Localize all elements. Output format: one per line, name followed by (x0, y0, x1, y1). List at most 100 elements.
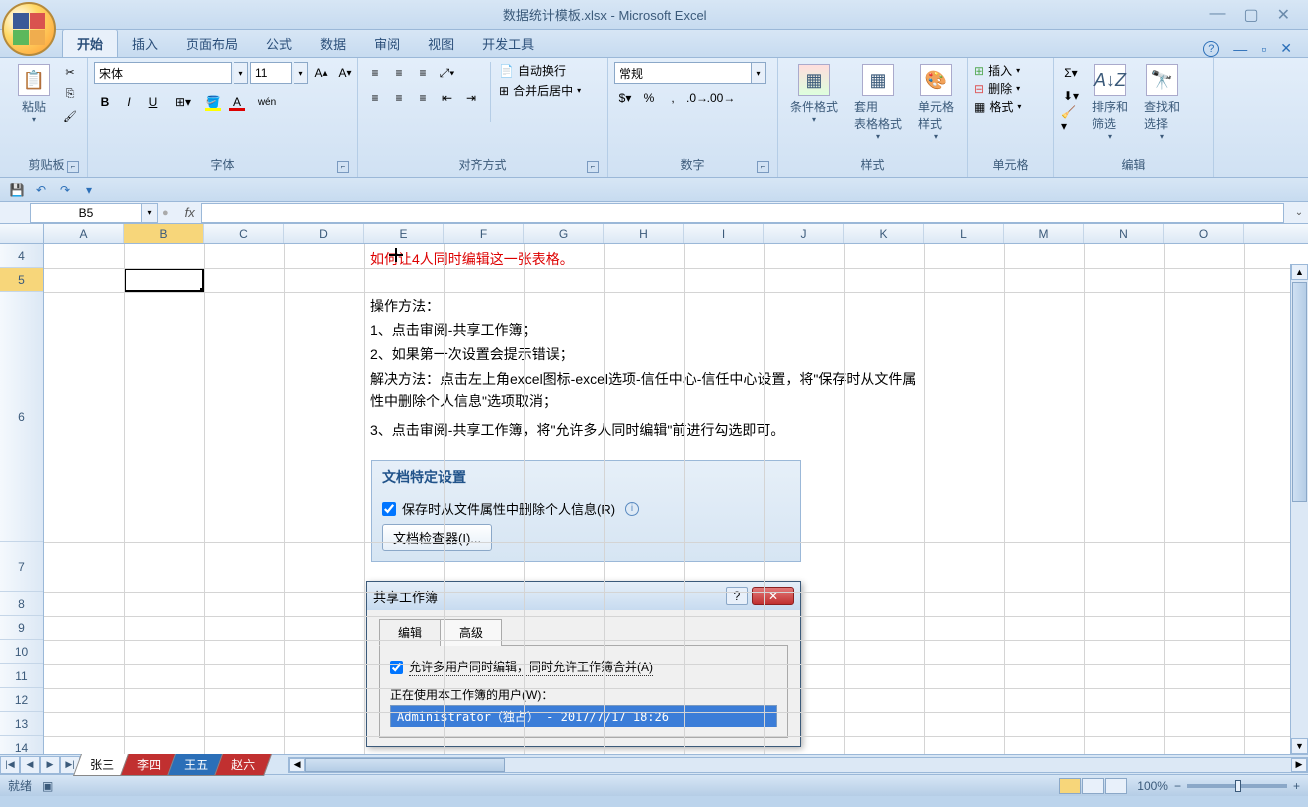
tab-formulas[interactable]: 公式 (252, 30, 306, 57)
align-bottom-button[interactable]: ≡ (412, 62, 434, 84)
tab-view[interactable]: 视图 (414, 30, 468, 57)
wrap-text-button[interactable]: 📄自动换行 (499, 62, 581, 79)
pagebreak-view-button[interactable] (1105, 778, 1127, 794)
cell-styles-button[interactable]: 🎨单元格 样式▾ (912, 62, 960, 143)
macro-record-icon[interactable]: ▣ (42, 779, 53, 793)
ribbon-minimize-icon[interactable]: — (1233, 41, 1247, 57)
sheet-nav-first[interactable]: |◀ (0, 756, 20, 774)
ribbon-close-icon[interactable]: ✕ (1280, 40, 1292, 57)
font-size-dd[interactable]: ▾ (294, 62, 308, 84)
row-header-9[interactable]: 9 (0, 616, 43, 640)
align-top-button[interactable]: ≡ (364, 62, 386, 84)
hscroll-right-button[interactable]: ▶ (1291, 758, 1307, 772)
qat-undo-button[interactable]: ↶ (32, 181, 50, 199)
col-header-I[interactable]: I (684, 224, 764, 243)
copy-button[interactable]: ⎘ (60, 84, 80, 104)
dialog-tab-edit[interactable]: 编辑 (379, 619, 441, 646)
find-select-button[interactable]: 🔭查找和 选择▾ (1138, 62, 1186, 143)
zoom-in-button[interactable]: + (1293, 779, 1300, 793)
info-icon[interactable]: i (625, 502, 639, 516)
vscroll-thumb[interactable] (1292, 282, 1307, 502)
merge-center-button[interactable]: ⊞合并后居中▾ (499, 82, 581, 99)
fx-icon[interactable]: fx (185, 205, 195, 220)
clear-button[interactable]: 🧹▾ (1060, 108, 1082, 130)
user-list[interactable]: Administrator（独占） - 2017/7/17 18:26 (390, 705, 777, 727)
col-header-B[interactable]: B (124, 224, 204, 243)
increase-indent-button[interactable]: ⇥ (460, 87, 482, 109)
paste-button[interactable]: 📋 粘贴 ▾ (12, 62, 56, 126)
phonetic-button[interactable]: wén (256, 91, 278, 113)
dialog-tab-advanced[interactable]: 高级 (440, 619, 502, 646)
conditional-format-button[interactable]: ▦条件格式▾ (784, 62, 844, 126)
help-icon[interactable]: ? (1203, 41, 1219, 57)
col-header-M[interactable]: M (1004, 224, 1084, 243)
pagelayout-view-button[interactable] (1082, 778, 1104, 794)
office-button[interactable] (2, 2, 56, 56)
qat-customize-button[interactable]: ▾ (80, 181, 98, 199)
name-box[interactable]: B5 (30, 203, 142, 223)
col-header-D[interactable]: D (284, 224, 364, 243)
table-format-button[interactable]: ▦套用 表格格式▾ (848, 62, 908, 143)
increase-decimal-button[interactable]: .0→ (686, 87, 708, 109)
qat-save-button[interactable]: 💾 (8, 181, 26, 199)
col-header-H[interactable]: H (604, 224, 684, 243)
tab-insert[interactable]: 插入 (118, 30, 172, 57)
document-inspector-button[interactable]: 文档检查器(I)... (382, 524, 492, 551)
col-header-O[interactable]: O (1164, 224, 1244, 243)
hscroll-thumb[interactable] (305, 758, 505, 772)
number-format-select[interactable]: 常规 (614, 62, 752, 84)
tab-developer[interactable]: 开发工具 (468, 30, 548, 57)
tab-home[interactable]: 开始 (62, 29, 118, 57)
row-header-6[interactable]: 6 (0, 292, 43, 542)
cut-button[interactable]: ✂ (60, 62, 80, 82)
dialog-close-button[interactable]: ✕ (752, 587, 794, 605)
fill-color-button[interactable]: 🪣 (202, 91, 224, 113)
align-center-button[interactable]: ≡ (388, 87, 410, 109)
horizontal-scrollbar[interactable]: ◀ ▶ (288, 757, 1308, 773)
number-format-dd[interactable]: ▾ (752, 62, 766, 84)
format-painter-button[interactable]: 🖌 (60, 106, 80, 126)
italic-button[interactable]: I (118, 91, 140, 113)
font-color-button[interactable]: A (226, 91, 248, 113)
normal-view-button[interactable] (1059, 778, 1081, 794)
row-header-11[interactable]: 11 (0, 664, 43, 688)
border-button[interactable]: ⊞▾ (172, 91, 194, 113)
sort-filter-button[interactable]: A↓Z排序和 筛选▾ (1086, 62, 1134, 143)
qat-redo-button[interactable]: ↷ (56, 181, 74, 199)
bold-button[interactable]: B (94, 91, 116, 113)
close-button[interactable]: ✕ (1277, 5, 1290, 25)
underline-button[interactable]: U (142, 91, 164, 113)
align-middle-button[interactable]: ≡ (388, 62, 410, 84)
col-header-L[interactable]: L (924, 224, 1004, 243)
formula-input[interactable] (201, 203, 1284, 223)
select-all-corner[interactable] (0, 224, 44, 243)
row-header-14[interactable]: 14 (0, 736, 43, 754)
align-left-button[interactable]: ≡ (364, 87, 386, 109)
increase-font-button[interactable]: A▴ (310, 62, 332, 84)
autosum-button[interactable]: Σ▾ (1060, 62, 1082, 84)
formula-expand-button[interactable]: ⌄ (1290, 207, 1308, 218)
scroll-up-button[interactable]: ▲ (1291, 264, 1308, 280)
row-header-4[interactable]: 4 (0, 244, 43, 268)
zoom-level[interactable]: 100% (1137, 779, 1168, 793)
align-right-button[interactable]: ≡ (412, 87, 434, 109)
row-header-5[interactable]: 5 (0, 268, 43, 292)
decrease-decimal-button[interactable]: .00→ (710, 87, 732, 109)
col-header-G[interactable]: G (524, 224, 604, 243)
sheet-nav-prev[interactable]: ◀ (20, 756, 40, 774)
zoom-slider[interactable] (1187, 784, 1287, 788)
col-header-A[interactable]: A (44, 224, 124, 243)
percent-button[interactable]: % (638, 87, 660, 109)
ribbon-restore-icon[interactable]: ▫ (1261, 41, 1266, 57)
col-header-J[interactable]: J (764, 224, 844, 243)
orientation-button[interactable]: ⤢▾ (436, 62, 458, 84)
font-name-select[interactable]: 宋体 (94, 62, 232, 84)
tab-pagelayout[interactable]: 页面布局 (172, 30, 252, 57)
comma-button[interactable]: , (662, 87, 684, 109)
fill-button[interactable]: ⬇▾ (1060, 85, 1082, 107)
font-name-dd[interactable]: ▾ (234, 62, 248, 84)
zoom-thumb[interactable] (1235, 780, 1241, 792)
row-header-10[interactable]: 10 (0, 640, 43, 664)
font-launcher[interactable]: ⌐ (337, 161, 349, 173)
user-list-item[interactable]: Administrator（独占） - 2017/7/17 18:26 (391, 706, 776, 727)
